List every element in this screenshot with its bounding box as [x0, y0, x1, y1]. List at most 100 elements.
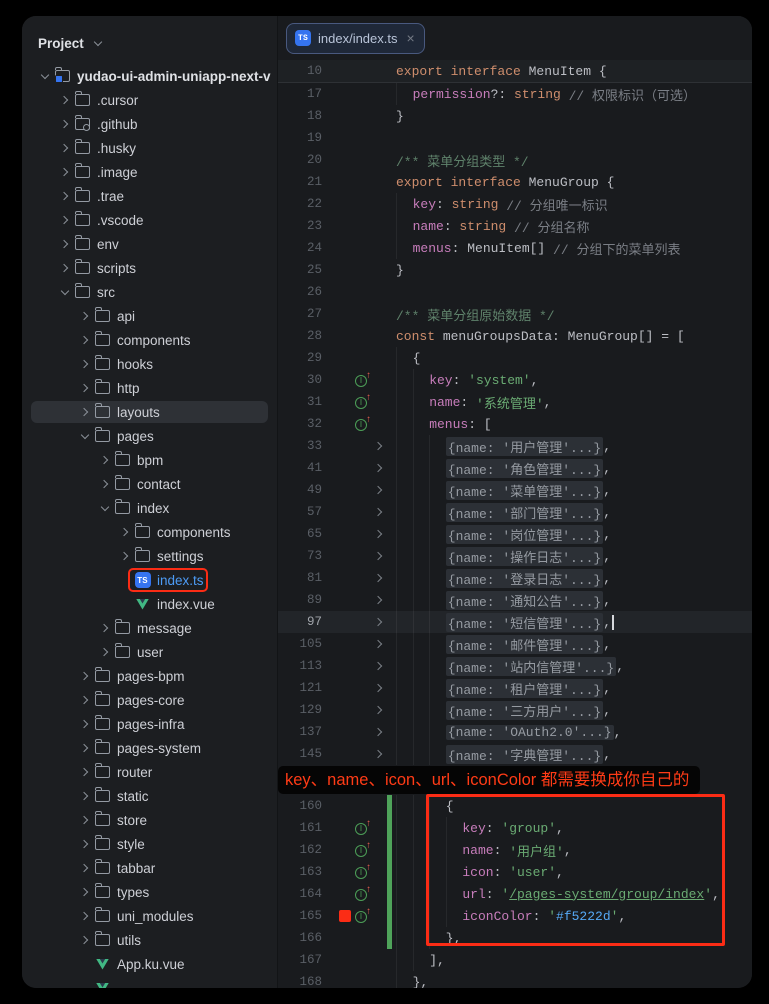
tree-item-layouts[interactable]: layouts	[22, 400, 277, 424]
tree-item-types[interactable]: types	[22, 880, 277, 904]
chevron-right-icon[interactable]	[78, 405, 92, 419]
folded-region[interactable]: {name: '部门管理'...}	[446, 503, 603, 522]
fold-chevron-icon[interactable]	[370, 619, 387, 625]
i18n-hint-icon[interactable]: I↑	[355, 843, 370, 857]
code-line-24[interactable]: 24menus: MenuItem[] // 分组下的菜单列表	[278, 237, 752, 259]
tree-item-components[interactable]: components	[22, 520, 277, 544]
fold-chevron-icon[interactable]	[370, 751, 387, 757]
code-line-29[interactable]: 29{	[278, 347, 752, 369]
chevron-down-icon[interactable]	[78, 429, 92, 443]
tree-item-pages-infra[interactable]: pages-infra	[22, 712, 277, 736]
tree-item-user[interactable]: user	[22, 640, 277, 664]
i18n-hint-icon[interactable]: I↑	[355, 395, 370, 409]
tree-item-tabbar[interactable]: tabbar	[22, 856, 277, 880]
code-line-57[interactable]: 57{name: '部门管理'...},	[278, 501, 752, 523]
tree-item-contact[interactable]: contact	[22, 472, 277, 496]
code-line-162[interactable]: 162I↑name: '用户组',	[278, 839, 752, 861]
tree-item-components[interactable]: components	[22, 328, 277, 352]
fold-chevron-icon[interactable]	[370, 597, 387, 603]
fold-chevron-icon[interactable]	[370, 729, 387, 735]
code-area[interactable]: 17permission?: string // 权限标识（可选）18}1920…	[278, 83, 752, 988]
i18n-hint-icon[interactable]: I↑	[355, 373, 370, 387]
code-line-105[interactable]: 105{name: '邮件管理'...},	[278, 633, 752, 655]
code-line-73[interactable]: 73{name: '操作日志'...},	[278, 545, 752, 567]
folded-region[interactable]: {name: '邮件管理'...}	[446, 635, 603, 654]
chevron-right-icon[interactable]	[78, 765, 92, 779]
tree-item-pages[interactable]: pages	[22, 424, 277, 448]
fold-chevron-icon[interactable]	[370, 531, 387, 537]
code-line-113[interactable]: 113{name: '站内信管理'...},	[278, 655, 752, 677]
tree-item-.cursor[interactable]: .cursor	[22, 88, 277, 112]
code-line-89[interactable]: 89{name: '通知公告'...},	[278, 589, 752, 611]
tree-item-yudao-ui-admin-uniapp-next-v[interactable]: yudao-ui-admin-uniapp-next-v	[22, 64, 277, 88]
tree-item-pages-bpm[interactable]: pages-bpm	[22, 664, 277, 688]
chevron-right-icon[interactable]	[98, 453, 112, 467]
i18n-hint-icon[interactable]: I↑	[355, 865, 370, 879]
url-link[interactable]: /pages-system/group/index	[509, 887, 704, 902]
code-line-19[interactable]: 19	[278, 127, 752, 149]
fold-chevron-icon[interactable]	[370, 553, 387, 559]
fold-chevron-icon[interactable]	[370, 443, 387, 449]
tree-item-.trae[interactable]: .trae	[22, 184, 277, 208]
code-line-167[interactable]: 167],	[278, 949, 752, 971]
fold-chevron-icon[interactable]	[370, 641, 387, 647]
code-line-28[interactable]: 28const menuGroupsData: MenuGroup[] = [	[278, 325, 752, 347]
chevron-right-icon[interactable]	[58, 213, 72, 227]
chevron-right-icon[interactable]	[78, 357, 92, 371]
code-line-145[interactable]: 145{name: '字典管理'...},	[278, 743, 752, 765]
chevron-right-icon[interactable]	[98, 477, 112, 491]
chevron-right-icon[interactable]	[58, 141, 72, 155]
fold-chevron-icon[interactable]	[370, 663, 387, 669]
chevron-right-icon[interactable]	[78, 381, 92, 395]
folded-region[interactable]: {name: '岗位管理'...}	[446, 525, 603, 544]
chevron-right-icon[interactable]	[78, 669, 92, 683]
chevron-right-icon[interactable]	[58, 117, 72, 131]
chevron-right-icon[interactable]	[78, 333, 92, 347]
chevron-down-icon[interactable]	[38, 69, 52, 83]
code-line-10[interactable]: 10export interface MenuItem {	[278, 60, 752, 82]
code-line-97[interactable]: 97{name: '短信管理'...},	[278, 611, 752, 633]
folded-region[interactable]: {name: '菜单管理'...}	[446, 481, 603, 500]
tree-item-style[interactable]: style	[22, 832, 277, 856]
tree-item-index[interactable]: index	[22, 496, 277, 520]
fold-chevron-icon[interactable]	[370, 707, 387, 713]
code-line-165[interactable]: 165I↑iconColor: '#f5222d',	[278, 905, 752, 927]
i18n-hint-icon[interactable]: I↑	[355, 417, 370, 431]
folded-region[interactable]: {name: '通知公告'...}	[446, 591, 603, 610]
tree-item-App.ku.vue[interactable]: App.ku.vue	[22, 952, 277, 976]
chevron-right-icon[interactable]	[78, 813, 92, 827]
fold-chevron-icon[interactable]	[370, 509, 387, 515]
folded-region[interactable]: {name: 'OAuth2.0'...}	[446, 725, 614, 740]
code-line-21[interactable]: 21export interface MenuGroup {	[278, 171, 752, 193]
folded-region[interactable]: {name: '字典管理'...}	[446, 745, 603, 764]
tree-item-router[interactable]: router	[22, 760, 277, 784]
code-line-18[interactable]: 18}	[278, 105, 752, 127]
code-line-164[interactable]: 164I↑url: '/pages-system/group/index',	[278, 883, 752, 905]
chevron-right-icon[interactable]	[78, 837, 92, 851]
fold-chevron-icon[interactable]	[370, 465, 387, 471]
color-swatch-icon[interactable]	[339, 910, 351, 922]
folded-region[interactable]: {name: '用户管理'...}	[446, 437, 603, 456]
tree-item-pages-core[interactable]: pages-core	[22, 688, 277, 712]
code-line-27[interactable]: 27/** 菜单分组原始数据 */	[278, 303, 752, 325]
code-line-30[interactable]: 30I↑key: 'system',	[278, 369, 752, 391]
code-line-129[interactable]: 129{name: '三方用户'...},	[278, 699, 752, 721]
close-icon[interactable]: ×	[407, 31, 415, 45]
folded-region[interactable]: {name: '三方用户'...}	[446, 701, 603, 720]
code-line-121[interactable]: 121{name: '租户管理'...},	[278, 677, 752, 699]
code-line-65[interactable]: 65{name: '岗位管理'...},	[278, 523, 752, 545]
code-line-32[interactable]: 32I↑menus: [	[278, 413, 752, 435]
chevron-right-icon[interactable]	[58, 189, 72, 203]
chevron-right-icon[interactable]	[78, 693, 92, 707]
tree-item-utils[interactable]: utils	[22, 928, 277, 952]
tree-item-api[interactable]: api	[22, 304, 277, 328]
chevron-right-icon[interactable]	[78, 861, 92, 875]
tree-item-index.ts[interactable]: TSindex.ts	[22, 568, 277, 592]
folded-region[interactable]: {name: '角色管理'...}	[446, 459, 603, 478]
code-line-17[interactable]: 17permission?: string // 权限标识（可选）	[278, 83, 752, 105]
code-line-22[interactable]: 22key: string // 分组唯一标识	[278, 193, 752, 215]
code-line-41[interactable]: 41{name: '角色管理'...},	[278, 457, 752, 479]
code-line-20[interactable]: 20/** 菜单分组类型 */	[278, 149, 752, 171]
project-panel-header[interactable]: Project	[22, 16, 277, 56]
chevron-right-icon[interactable]	[78, 885, 92, 899]
